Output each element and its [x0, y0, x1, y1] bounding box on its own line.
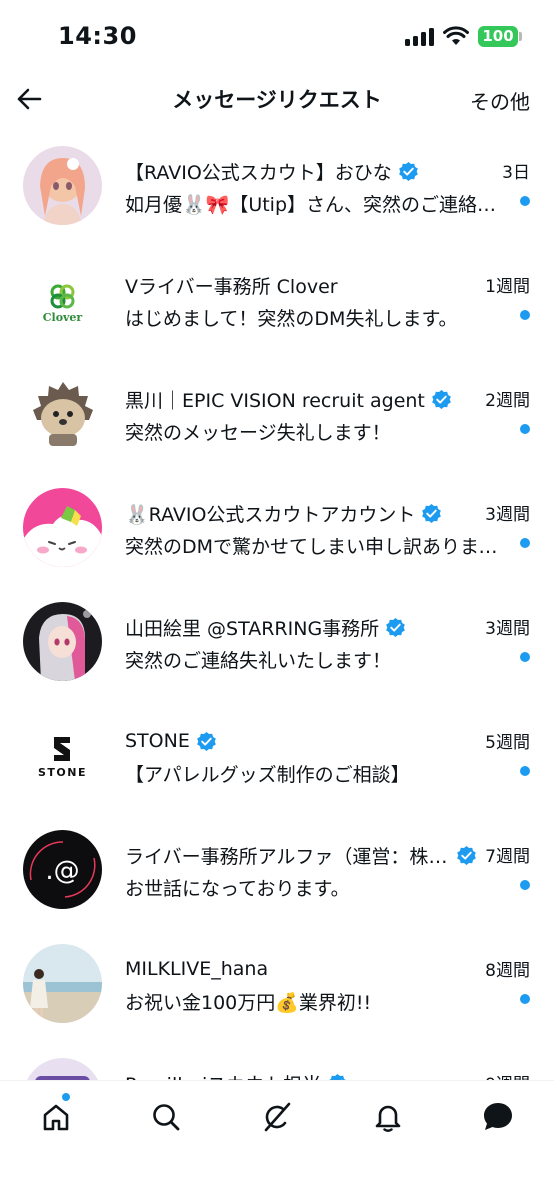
- unread-indicator: [520, 538, 530, 548]
- unread-indicator: [520, 652, 530, 662]
- unread-indicator: [520, 424, 530, 434]
- home-icon: [43, 1104, 69, 1131]
- clover-logo-avatar[interactable]: Clover: [23, 260, 102, 339]
- message-preview: 如月優🐰🎀【Utip】さん、突然のご連絡失礼いたします: [125, 194, 505, 216]
- message-time: 3日: [502, 163, 530, 183]
- dark-anime-avatar[interactable]: [23, 602, 102, 681]
- unread-indicator: [520, 880, 530, 890]
- message-request-list: 【RAVIO公式スカウト】おひな 3日 如月優🐰🎀【Utip】さん、突然のご連絡…: [0, 128, 554, 1080]
- nav-messages[interactable]: [476, 1095, 520, 1139]
- battery-indicator: 100: [478, 26, 518, 47]
- sender-name: ライバー事務所アルファ（運営：株式会社アルファ）: [125, 845, 450, 868]
- messages-icon: [484, 1103, 512, 1130]
- verified-badge-icon: [422, 503, 442, 523]
- message-time: 5週間: [485, 733, 530, 753]
- cellular-signal-icon: [405, 28, 435, 46]
- battery-tip: [519, 32, 522, 41]
- message-preview: お世話になっております。: [125, 878, 350, 900]
- bottom-nav: [0, 1080, 554, 1199]
- purple-avatar[interactable]: [23, 1058, 102, 1080]
- message-preview: 突然のDMで驚かせてしまい申し訳ありません: [125, 536, 505, 558]
- sender-name: STONE: [125, 730, 190, 752]
- clover-logo-text: Clover: [43, 311, 83, 324]
- anime-girl-avatar[interactable]: [23, 146, 102, 225]
- unread-indicator: [520, 994, 530, 1004]
- sender-name: 山田絵里 @STARRING事務所: [125, 617, 380, 640]
- row-name-line: STONE: [125, 728, 485, 754]
- other-button[interactable]: その他: [470, 86, 530, 115]
- sender-name: 黒川｜EPIC VISION recruit agent: [125, 389, 425, 412]
- nav-notifications[interactable]: [366, 1095, 410, 1139]
- unread-indicator: [520, 310, 530, 320]
- message-time: 9週間: [485, 1070, 530, 1080]
- message-row-milklive-hana[interactable]: MILKLIVE_hana 8週間 お祝い金100万円💰業界初!!: [0, 926, 554, 1040]
- beach-photo-avatar[interactable]: [23, 944, 102, 1023]
- status-bar: 14:30 100: [0, 0, 554, 72]
- unread-indicator: [520, 196, 530, 206]
- nav-grok[interactable]: [255, 1095, 299, 1139]
- message-preview: お祝い金100万円💰業界初!!: [125, 992, 372, 1014]
- hedgehog-avatar[interactable]: [23, 374, 102, 453]
- sender-name: 【RAVIO公式スカウト】おひな: [125, 161, 392, 184]
- message-time: 7週間: [485, 847, 530, 867]
- message-preview: 【アパレルグッズ制作のご相談】: [125, 764, 410, 786]
- verified-badge-icon: [398, 161, 418, 181]
- message-row-alpha[interactable]: .@ ライバー事務所アルファ（運営：株式会社アルファ） 7週間 お世話になってお…: [0, 812, 554, 926]
- stone-logo-text: STONE: [38, 766, 87, 779]
- sender-name: MILKLIVE_hana: [125, 958, 269, 980]
- status-time: 14:30: [58, 22, 137, 50]
- row-name-line: MILKLIVE_hana: [125, 956, 485, 982]
- message-time: 2週間: [485, 391, 530, 411]
- message-row-kurokawa[interactable]: 黒川｜EPIC VISION recruit agent 2週間 突然のメッセー…: [0, 356, 554, 470]
- sender-name: Vライバー事務所 Clover: [125, 275, 338, 298]
- sender-name: Pumillariスカウト担当: [125, 1070, 321, 1081]
- row-name-line: 🐰RAVIO公式スカウトアカウント: [125, 500, 485, 526]
- message-time: 3週間: [485, 619, 530, 639]
- message-preview: 突然のメッセージ失礼します！: [125, 422, 391, 444]
- verified-badge-icon: [328, 1073, 347, 1080]
- wifi-icon: [443, 26, 469, 45]
- search-icon: [153, 1104, 180, 1131]
- message-row-stone[interactable]: STONE STONE 5週間 【アパレルグッズ制作のご相談】: [0, 698, 554, 812]
- pink-mascot-avatar[interactable]: [23, 488, 102, 567]
- message-row-ravio-ohina[interactable]: 【RAVIO公式スカウト】おひな 3日 如月優🐰🎀【Utip】さん、突然のご連絡…: [0, 128, 554, 242]
- alpha-logo-text: .@: [45, 856, 79, 886]
- row-name-line: 黒川｜EPIC VISION recruit agent: [125, 386, 485, 412]
- alpha-logo-avatar[interactable]: .@: [23, 830, 102, 909]
- stone-logo-avatar[interactable]: STONE: [23, 716, 102, 795]
- home-notification-dot: [62, 1093, 70, 1101]
- message-time: 3週間: [485, 505, 530, 525]
- row-name-line: ライバー事務所アルファ（運営：株式会社アルファ）: [125, 842, 485, 868]
- verified-badge-icon: [432, 389, 451, 409]
- message-row-yamada-eri[interactable]: 山田絵里 @STARRING事務所 3週間 突然のご連絡失礼いたします！: [0, 584, 554, 698]
- top-header: メッセージリクエスト その他: [0, 72, 554, 128]
- message-preview: はじめまして！突然のDM失礼します。: [125, 308, 458, 330]
- verified-badge-icon: [457, 845, 476, 865]
- row-name-line: Pumillariスカウト担当: [125, 1070, 485, 1080]
- sender-name: 🐰RAVIO公式スカウトアカウント: [125, 503, 416, 526]
- message-row-clover[interactable]: Clover Vライバー事務所 Clover 1週間 はじめまして！突然のDM失…: [0, 242, 554, 356]
- nav-home[interactable]: [34, 1095, 78, 1139]
- message-time: 1週間: [485, 277, 530, 297]
- message-time: 8週間: [485, 961, 530, 981]
- message-preview: 突然のご連絡失礼いたします！: [125, 650, 392, 672]
- bell-icon: [375, 1105, 401, 1132]
- verified-badge-icon: [386, 617, 406, 637]
- nav-search[interactable]: [144, 1095, 188, 1139]
- row-name-line: 【RAVIO公式スカウト】おひな: [125, 158, 485, 184]
- row-name-line: 山田絵里 @STARRING事務所: [125, 614, 485, 640]
- message-row-pumillari[interactable]: Pumillariスカウト担当 9週間: [0, 1040, 554, 1080]
- unread-indicator: [520, 766, 530, 776]
- row-name-line: Vライバー事務所 Clover: [125, 272, 485, 298]
- verified-badge-icon: [196, 731, 216, 751]
- grok-icon: [264, 1102, 291, 1132]
- message-row-ravio-scout[interactable]: 🐰RAVIO公式スカウトアカウント 3週間 突然のDMで驚かせてしまい申し訳あり…: [0, 470, 554, 584]
